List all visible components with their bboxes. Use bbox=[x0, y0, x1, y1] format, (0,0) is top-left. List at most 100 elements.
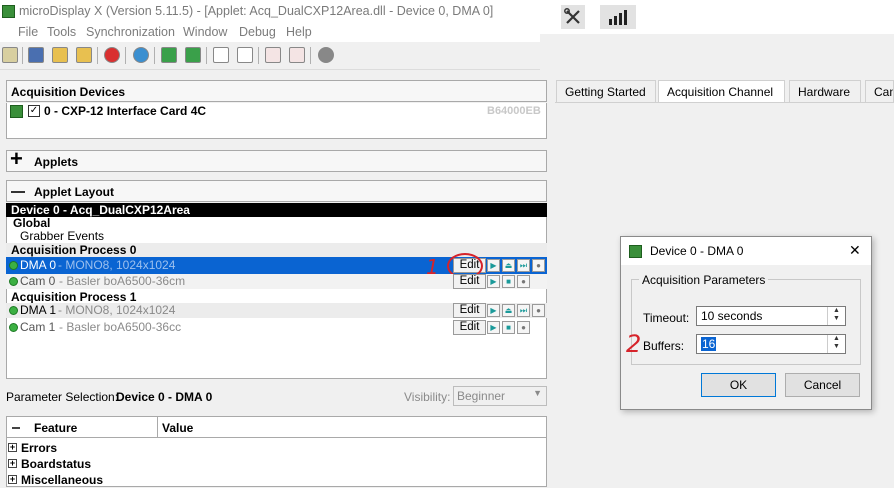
expand-plus-icon[interactable]: + bbox=[8, 475, 17, 484]
grabber-events-label: Grabber Events bbox=[20, 229, 105, 243]
stop-square-icon[interactable]: ■ bbox=[502, 275, 515, 288]
tab-getting-started[interactable]: Getting Started bbox=[556, 80, 656, 102]
timeout-spinner[interactable]: ▲ ▼ bbox=[827, 307, 845, 325]
device-name[interactable]: 0 - CXP-12 Interface Card 4C bbox=[44, 104, 206, 118]
menu-tools[interactable]: Tools bbox=[47, 25, 76, 39]
value-column-header[interactable]: Value bbox=[162, 421, 193, 435]
process-label: Acquisition Process 0 bbox=[11, 243, 137, 257]
menu-synchronization[interactable]: Synchronization bbox=[86, 25, 175, 39]
taskbar-tray bbox=[540, 0, 894, 34]
buffers-spinner[interactable]: ▲ ▼ bbox=[827, 335, 845, 353]
stop-icon[interactable] bbox=[104, 47, 120, 63]
dialog-title: Device 0 - DMA 0 bbox=[650, 244, 744, 258]
windows-icon[interactable] bbox=[237, 47, 253, 63]
visibility-select[interactable]: Beginner ▼ bbox=[453, 386, 547, 406]
grabber-events-row[interactable]: Grabber Events bbox=[6, 229, 547, 244]
dma-dialog: Device 0 - DMA 0 ✕ Acquisition Parameter… bbox=[620, 236, 872, 410]
stop-square-icon[interactable]: ■ bbox=[502, 321, 515, 334]
display-settings-icon[interactable] bbox=[289, 47, 305, 63]
tab-hardware[interactable]: Hardware bbox=[789, 80, 861, 102]
open-folder-icon[interactable] bbox=[52, 47, 68, 63]
edit-button[interactable]: Edit bbox=[453, 320, 486, 335]
status-dot-icon bbox=[9, 261, 18, 270]
menu-file[interactable]: File bbox=[18, 25, 38, 39]
visibility-selected-value: Beginner bbox=[457, 389, 506, 403]
play-icon[interactable]: ▶ bbox=[487, 259, 500, 272]
toolbar-separator bbox=[154, 47, 155, 64]
skip-icon[interactable]: ⏭ bbox=[517, 259, 530, 272]
device-checkbox[interactable]: ✓ bbox=[28, 105, 40, 117]
display-icon[interactable] bbox=[265, 47, 281, 63]
cam-name: Cam 1 bbox=[20, 320, 56, 334]
title-bar: microDisplay X (Version 5.11.5) - [Apple… bbox=[0, 0, 540, 24]
play-icon[interactable]: ▶ bbox=[487, 321, 500, 334]
dma-name: DMA 1 bbox=[20, 303, 57, 317]
record-icon[interactable]: ● bbox=[532, 304, 545, 317]
dma-info: - MONO8, 1024x1024 bbox=[58, 258, 176, 272]
load-icon[interactable] bbox=[76, 47, 92, 63]
cam-info: - Basler boA6500-36cc bbox=[59, 320, 182, 334]
dialog-title-bar: Device 0 - DMA 0 ✕ bbox=[621, 237, 871, 265]
cam-name: Cam 0 bbox=[20, 274, 56, 288]
device-title: Device 0 - Acq_DualCXP12Area bbox=[11, 203, 190, 217]
dma-info: - MONO8, 1024x1024 bbox=[58, 303, 176, 317]
camera-icon[interactable] bbox=[161, 47, 177, 63]
menu-help[interactable]: Help bbox=[286, 25, 312, 39]
cam-row[interactable]: Cam 1 - Basler boA6500-36cc Edit ▶ ■ ● bbox=[6, 320, 547, 335]
record-icon[interactable]: ● bbox=[517, 275, 530, 288]
cam-info: - Basler boA6500-36cm bbox=[59, 274, 186, 288]
window-title: microDisplay X (Version 5.11.5) - [Apple… bbox=[19, 4, 494, 18]
save-icon[interactable] bbox=[28, 47, 44, 63]
status-dot-icon bbox=[9, 306, 18, 315]
feature-column-header[interactable]: Feature bbox=[34, 421, 77, 435]
signal-icon[interactable] bbox=[600, 5, 636, 29]
applet-layout-title: Applet Layout bbox=[34, 185, 114, 199]
chevron-down-icon: ▼ bbox=[533, 388, 542, 398]
skip-icon[interactable]: ⏭ bbox=[517, 304, 530, 317]
process-label: Acquisition Process 1 bbox=[11, 290, 137, 304]
dma-name: DMA 0 bbox=[20, 258, 57, 272]
app-icon bbox=[2, 5, 15, 18]
camera-settings-icon[interactable] bbox=[185, 47, 201, 63]
status-dot-icon bbox=[9, 277, 18, 286]
tools-icon[interactable] bbox=[561, 5, 585, 29]
param-row-errors[interactable]: + Errors bbox=[6, 441, 547, 456]
window-icon[interactable] bbox=[213, 47, 229, 63]
cancel-button[interactable]: Cancel bbox=[785, 373, 860, 397]
edit-button[interactable]: Edit bbox=[453, 274, 486, 289]
step-icon[interactable]: ⏏ bbox=[502, 259, 515, 272]
board-icon[interactable] bbox=[2, 47, 18, 63]
timeout-value: 10 seconds bbox=[701, 309, 763, 323]
gear-icon[interactable] bbox=[318, 47, 334, 63]
collapse-minus-icon[interactable] bbox=[11, 191, 25, 193]
expand-plus-icon[interactable]: + bbox=[8, 443, 17, 452]
globe-icon[interactable] bbox=[133, 47, 149, 63]
buffers-field[interactable]: 16 ▲ ▼ bbox=[696, 334, 846, 354]
edit-button[interactable]: Edit bbox=[453, 303, 486, 318]
expand-plus-icon[interactable]: + bbox=[10, 148, 23, 170]
close-icon[interactable]: ✕ bbox=[849, 242, 861, 259]
device-title-row[interactable]: Device 0 - Acq_DualCXP12Area bbox=[6, 203, 547, 217]
ok-button[interactable]: OK bbox=[701, 373, 776, 397]
play-icon[interactable]: ▶ bbox=[487, 275, 500, 288]
param-row-boardstatus[interactable]: + Boardstatus bbox=[6, 457, 547, 472]
play-icon[interactable]: ▶ bbox=[487, 304, 500, 317]
param-row-label: Boardstatus bbox=[21, 457, 92, 471]
tab-can[interactable]: Can bbox=[865, 80, 894, 102]
applet-layout-header: Applet Layout bbox=[6, 180, 547, 202]
record-icon[interactable]: ● bbox=[532, 259, 545, 272]
timeout-field[interactable]: 10 seconds ▲ ▼ bbox=[696, 306, 846, 326]
acquisition-devices-header: Acquisition Devices bbox=[6, 80, 547, 102]
menu-window[interactable]: Window bbox=[183, 25, 227, 39]
menu-debug[interactable]: Debug bbox=[239, 25, 276, 39]
param-row-label: Errors bbox=[21, 441, 58, 455]
expand-plus-icon[interactable]: + bbox=[8, 459, 17, 468]
cam-row[interactable]: Cam 0 - Basler boA6500-36cm Edit ▶ ■ ● bbox=[6, 274, 547, 289]
tab-acquisition-channel[interactable]: Acquisition Channel bbox=[658, 80, 785, 102]
step-icon[interactable]: ⏏ bbox=[502, 304, 515, 317]
record-icon[interactable]: ● bbox=[517, 321, 530, 334]
toolbar-separator bbox=[206, 47, 207, 64]
dma-row[interactable]: DMA 1 - MONO8, 1024x1024 Edit ▶ ⏏ ⏭ ● bbox=[6, 303, 547, 318]
collapse-minus-icon[interactable] bbox=[12, 427, 20, 429]
param-row-miscellaneous[interactable]: + Miscellaneous bbox=[6, 473, 547, 488]
